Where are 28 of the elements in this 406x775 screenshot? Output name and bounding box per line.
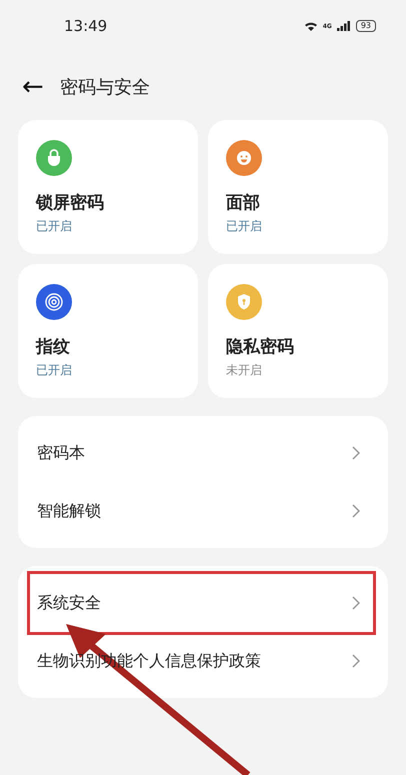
feature-card[interactable]: 锁屏密码 已开启 (18, 120, 198, 254)
feature-card[interactable]: 指纹 已开启 (18, 264, 198, 398)
card-status: 已开启 (36, 218, 72, 235)
settings-row[interactable]: 密码本 (18, 424, 388, 482)
row-label: 密码本 (37, 442, 85, 464)
card-title: 面部 (226, 192, 260, 214)
back-button[interactable]: ← (22, 73, 44, 101)
card-title: 锁屏密码 (36, 192, 104, 214)
settings-row[interactable]: 系统安全 (18, 574, 388, 632)
wifi-icon (304, 21, 318, 31)
settings-row[interactable]: 智能解锁 (18, 482, 388, 540)
row-label: 智能解锁 (37, 500, 101, 522)
status-time: 13:49 (64, 17, 108, 35)
card-title: 隐私密码 (226, 336, 294, 358)
chevron-icon (352, 446, 360, 460)
row-label: 系统安全 (37, 592, 101, 614)
signal-icon (336, 21, 351, 31)
card-status: 已开启 (36, 362, 72, 379)
card-status: 已开启 (226, 218, 262, 235)
page-title: 密码与安全 (60, 76, 150, 99)
chevron-icon (352, 596, 360, 610)
feature-card[interactable]: 面部 已开启 (208, 120, 388, 254)
feature-card[interactable]: 隐私密码 未开启 (208, 264, 388, 398)
battery-indicator: 93 (356, 20, 376, 32)
card-status: 未开启 (226, 362, 262, 379)
chevron-icon (352, 504, 360, 518)
chevron-icon (352, 654, 360, 668)
card-title: 指纹 (36, 336, 70, 358)
